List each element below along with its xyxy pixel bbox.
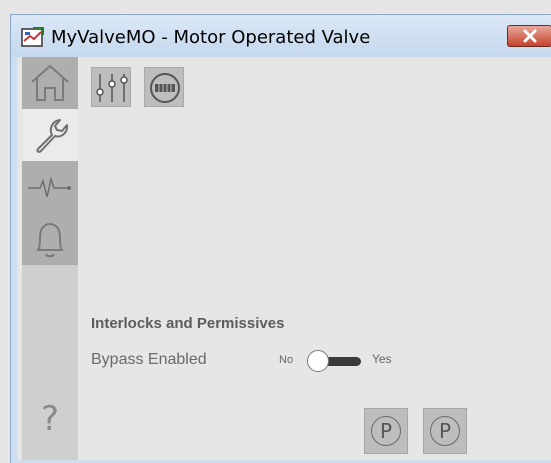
permissive-button-1[interactable]: P [364,408,408,454]
app-icon [21,27,44,47]
toggle-on-label: Yes [372,352,392,366]
sidebar-item-home[interactable] [22,57,78,109]
sidebar-item-maintenance[interactable] [22,109,78,161]
wrench-icon [36,119,69,153]
settings-button[interactable] [91,67,131,107]
sidebar-item-trends[interactable] [22,161,78,213]
permissive-icon: P [371,416,401,446]
home-icon [31,64,69,101]
interlocks-section-title: Interlocks and Permissives [91,315,285,332]
title-bar: MyValveMO - Motor Operated Valve [11,15,551,57]
toggle-knob[interactable] [307,350,329,372]
permissive-button-2[interactable]: P [423,408,467,454]
help-button[interactable]: ? [35,399,65,439]
permissive-icon: P [430,416,460,446]
toggle-off-label: No [279,354,294,366]
faceplate-content: ? Interlocks and Permissives Bypass Enab… [17,57,551,460]
trend-icon [28,176,71,198]
sliders-icon [96,74,128,102]
bypass-enabled-label: Bypass Enabled [91,351,207,368]
bypass-indicator-button[interactable] [144,67,184,107]
bypass-toggle[interactable] [307,349,367,373]
window-title: MyValveMO - Motor Operated Valve [51,27,371,48]
sidebar: ? [22,57,78,460]
close-icon [523,29,537,43]
close-button[interactable] [507,25,551,47]
bypass-icon [150,73,180,103]
bell-icon [36,222,64,258]
faceplate-window: MyValveMO - Motor Operated Valve ? Inter… [10,14,551,463]
sidebar-item-alarms[interactable] [22,213,78,265]
